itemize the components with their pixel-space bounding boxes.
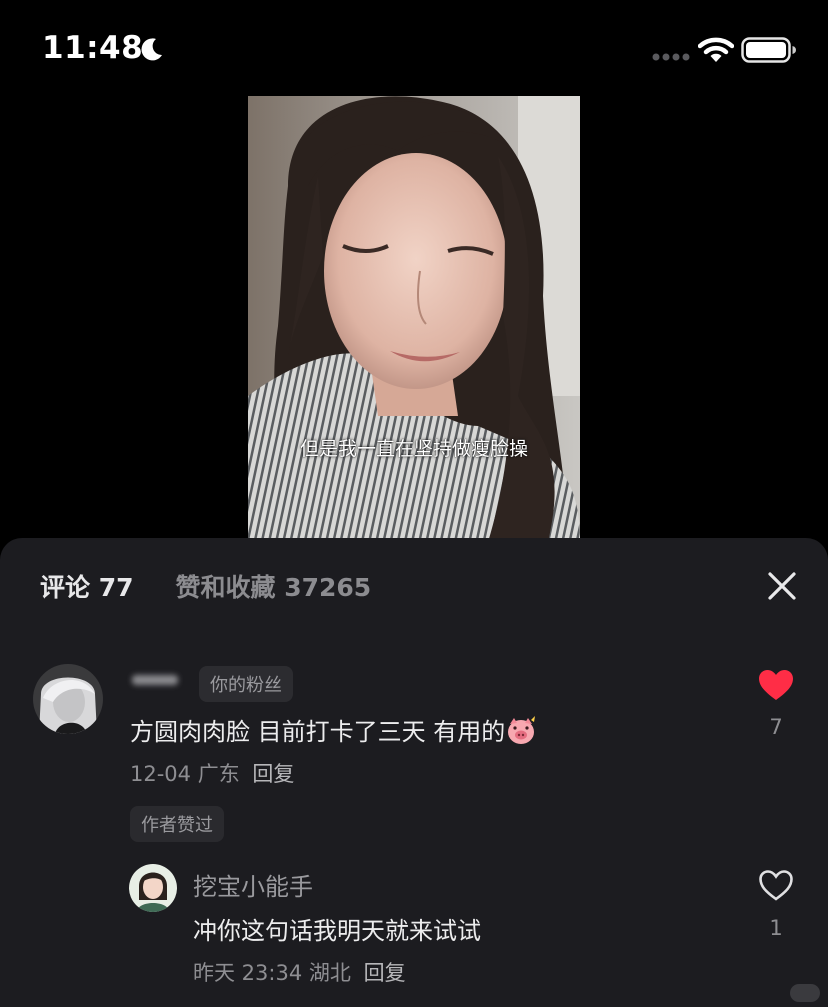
video-player[interactable]: 但是我一直在坚持做瘦脸操 — [248, 96, 580, 542]
comment-text: 方圆肉肉脸 目前打卡了三天 有用的 — [130, 712, 537, 747]
tab-comments[interactable]: 评论 77 — [40, 568, 134, 604]
pig-face-emoji-icon — [508, 716, 536, 744]
author-liked-badge: 作者赞过 — [130, 806, 224, 842]
watermark-icon — [790, 984, 820, 1002]
status-time: 11:48 — [42, 30, 144, 66]
video-caption: 但是我一直在坚持做瘦脸操 — [299, 438, 528, 460]
reply-meta: 昨天 23:34 湖北 回复 — [193, 957, 406, 987]
username-redacted[interactable] — [130, 670, 182, 695]
comment-text-body: 方圆肉肉脸 目前打卡了三天 有用的 — [130, 718, 506, 746]
comment-location: 广东 — [197, 762, 240, 786]
reply-username[interactable]: 挖宝小能手 — [193, 867, 313, 902]
avatar[interactable] — [33, 664, 103, 734]
reply-location: 湖北 — [308, 961, 351, 985]
signal-icon — [652, 53, 690, 61]
reply-item: 挖宝小能手 冲你这句话我明天就来试试 昨天 23:34 湖北 回复 1 — [0, 862, 828, 1002]
like-count: 7 — [769, 715, 783, 739]
reply-button[interactable]: 回复 — [364, 961, 406, 985]
heart-outline-icon[interactable] — [757, 868, 795, 902]
status-bar: 11:48 — [0, 0, 828, 96]
moon-icon — [141, 38, 162, 61]
video-frame-image — [248, 96, 580, 542]
panel-tabs: 评论 77 赞和收藏 37265 — [40, 568, 413, 604]
like-count: 1 — [769, 916, 783, 940]
comment-date: 12-04 — [130, 762, 192, 786]
avatar[interactable] — [129, 864, 177, 912]
tab-likes-and-collects[interactable]: 赞和收藏 37265 — [176, 568, 372, 604]
reply-text: 冲你这句话我明天就来试试 — [193, 917, 481, 945]
heart-filled-icon[interactable] — [757, 668, 795, 702]
fan-badge: 你的粉丝 — [199, 666, 293, 702]
screen: 11:48 但是我一直在坚持做瘦脸操 评论 77 赞和收藏 37265 你的粉丝… — [0, 0, 828, 1007]
close-icon[interactable] — [766, 570, 798, 602]
comment-item: 你的粉丝 方圆肉肉脸 目前打卡了三天 有用的 12-04 广东 回复 作者赞过 … — [0, 660, 828, 850]
reply-date: 昨天 23:34 — [193, 961, 303, 985]
battery-icon — [741, 37, 796, 63]
reply-button[interactable]: 回复 — [252, 762, 294, 786]
comment-meta: 12-04 广东 回复 — [130, 758, 294, 788]
wifi-icon — [698, 37, 734, 62]
